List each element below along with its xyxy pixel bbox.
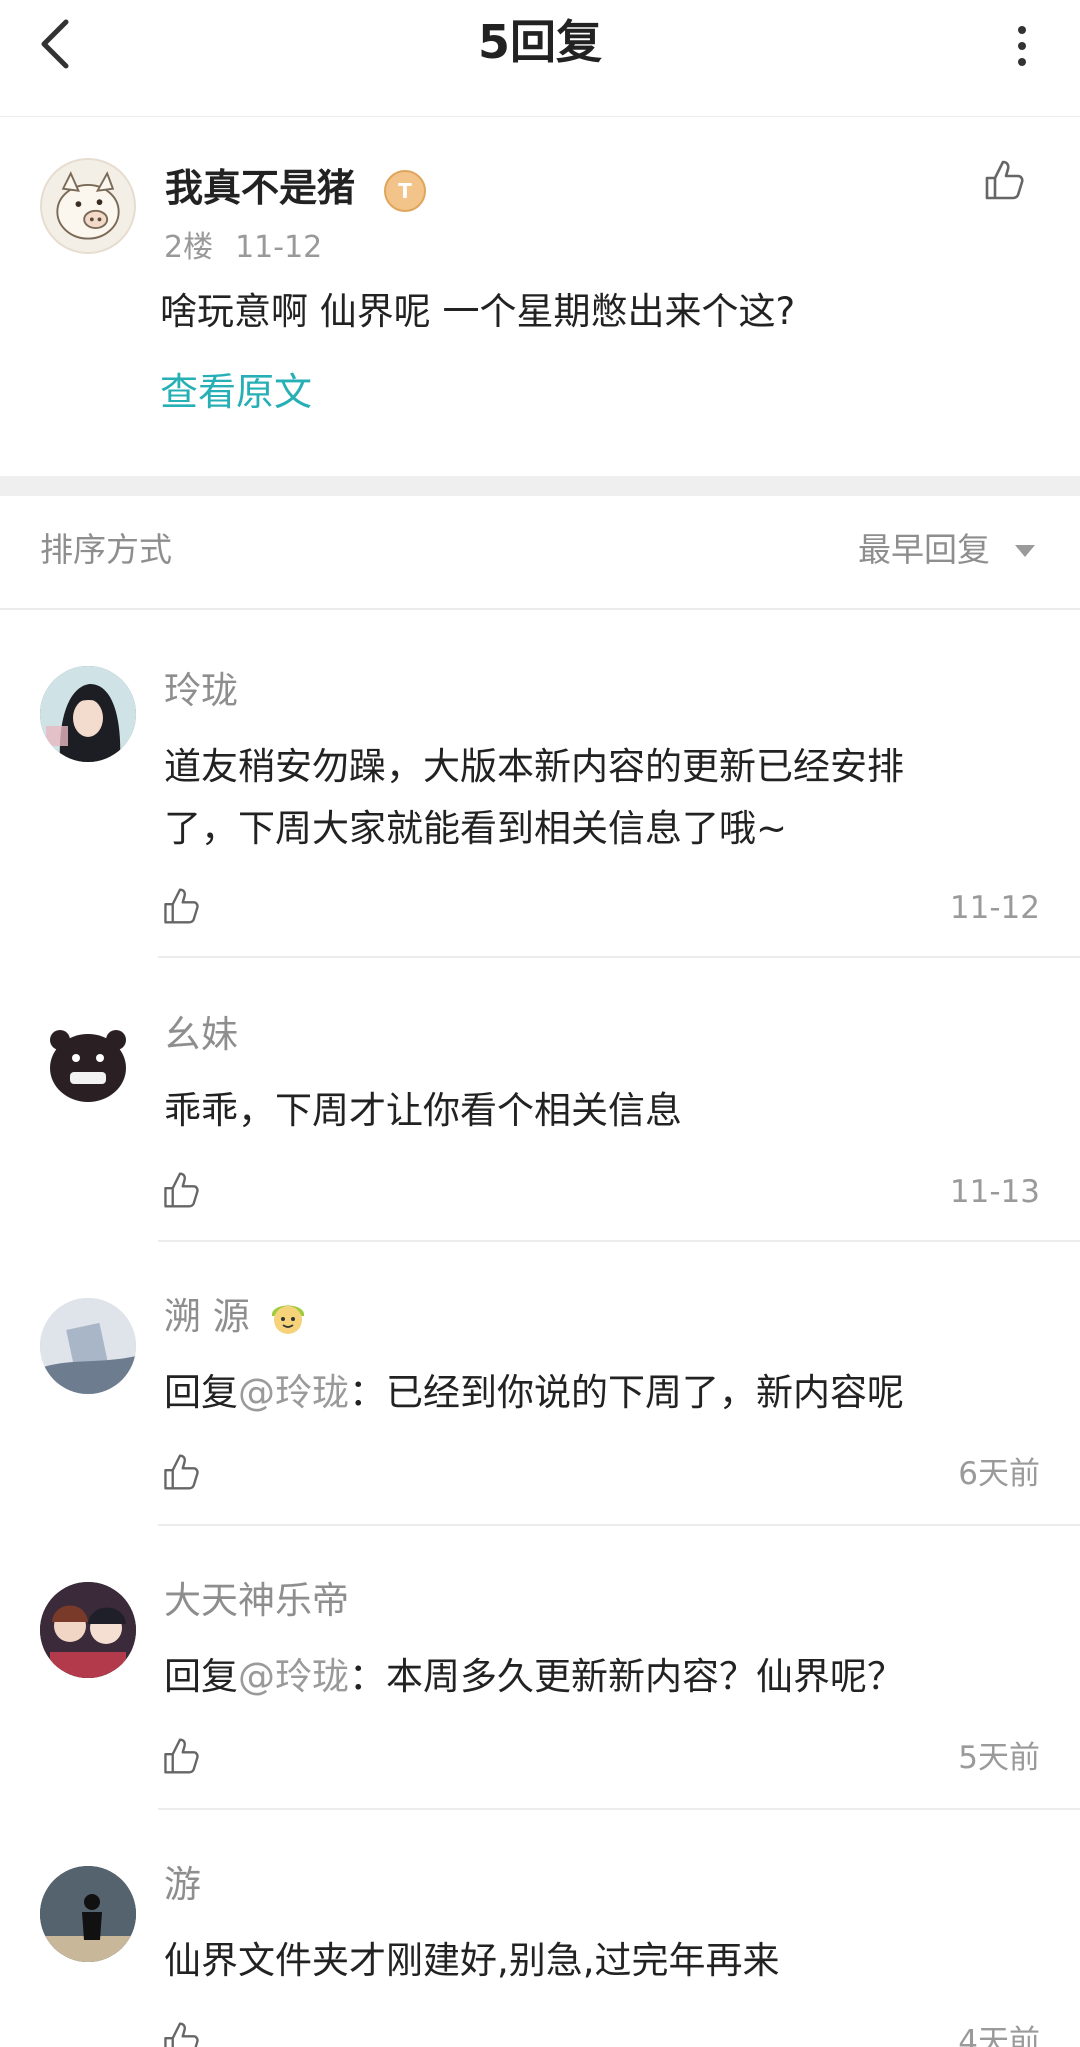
reply-item: 溯 源 回复@玲珑：已经到你说的下周了，新内容呢 6天前 (0, 1242, 1080, 1526)
thumbs-up-icon[interactable] (160, 2020, 200, 2047)
mention-link[interactable]: @玲珑 (238, 1371, 349, 1414)
reply-body: ：本周多久更新新内容？仙界呢？ (349, 1655, 904, 1698)
op-content: 啥玩意啊 仙界呢 一个星期憋出来个这? (160, 290, 796, 333)
thumbs-up-icon[interactable] (981, 158, 1025, 202)
floor-number: 2楼 (164, 230, 214, 265)
more-options-icon[interactable] (994, 18, 1050, 74)
mention-link[interactable]: @玲珑 (238, 1655, 349, 1698)
reply-time: 11-13 (949, 1174, 1040, 1210)
reply-body: ：已经到你说的下周了，新内容呢 (349, 1371, 904, 1414)
silhouette-avatar-icon (40, 1866, 136, 1962)
reply-username[interactable]: 游 (164, 1860, 201, 1910)
reply-content-line: 道友稍安勿躁，大版本新内容的更新已经安排 (164, 745, 904, 788)
avatar[interactable] (40, 1582, 136, 1678)
avatar[interactable] (40, 1016, 136, 1112)
reply-username[interactable]: 大天神乐帝 (164, 1576, 349, 1626)
reply-time: 4天前 (958, 2024, 1040, 2047)
thumbs-up-icon[interactable] (160, 886, 200, 926)
reply-prefix: 回复 (164, 1371, 238, 1414)
view-original-link[interactable]: 查看原文 (160, 366, 312, 418)
level-badge-icon: T (384, 170, 426, 212)
avatar[interactable] (40, 666, 136, 762)
original-comment: 我真不是猪 T 2楼 11-12 啥玩意啊 仙界呢 一个星期憋出来个这? 查看原文 (0, 116, 1080, 476)
thumbs-up-icon[interactable] (160, 1736, 200, 1776)
svg-text:T: T (398, 179, 412, 203)
reply-content: 道友稍安勿躁，大版本新内容的更新已经安排 了，下周大家就能看到相关信息了哦~ (164, 736, 1024, 860)
reply-content: 回复@玲珑：本周多久更新新内容？仙界呢？ (164, 1646, 1024, 1708)
reply-item: 幺妹 乖乖，下周才让你看个相关信息 11-13 (0, 958, 1080, 1242)
op-meta: 2楼 11-12 (164, 228, 344, 268)
reply-username[interactable]: 溯 源 (164, 1292, 250, 1342)
reply-time: 11-12 (949, 890, 1040, 926)
avatar[interactable] (40, 1298, 136, 1394)
caret-down-icon[interactable] (1014, 544, 1036, 558)
thumbs-up-icon[interactable] (160, 1170, 200, 1210)
reply-time: 6天前 (958, 1456, 1040, 1492)
op-username[interactable]: 我真不是猪 (165, 162, 355, 214)
page-title: 5回复 (477, 15, 602, 69)
reply-prefix: 回复 (164, 1655, 238, 1698)
cartoon-face-icon (271, 1305, 305, 1334)
reply-time: 5天前 (958, 1740, 1040, 1776)
post-date: 11-12 (235, 230, 323, 265)
thumbs-up-icon[interactable] (160, 1452, 200, 1492)
reply-content: 回复@玲珑：已经到你说的下周了，新内容呢 (164, 1362, 1024, 1424)
reply-content: 仙界文件夹才刚建好,别急,过完年再来 (164, 1939, 780, 1982)
reply-content-line: 了，下周大家就能看到相关信息了哦~ (164, 807, 788, 850)
reply-item: 玲珑 道友稍安勿躁，大版本新内容的更新已经安排 了，下周大家就能看到相关信息了哦… (0, 608, 1080, 958)
black-creature-avatar-icon (40, 1016, 136, 1112)
anime-girl-avatar-icon (40, 666, 136, 762)
sort-label: 排序方式 (40, 530, 172, 569)
landscape-avatar-icon (40, 1298, 136, 1394)
reply-item: 游 仙界文件夹才刚建好,别急,过完年再来 4天前 (0, 1810, 1080, 2047)
avatar[interactable] (40, 158, 136, 254)
section-gap (0, 476, 1080, 496)
reply-item: 大天神乐帝 回复@玲珑：本周多久更新新内容？仙界呢？ 5天前 (0, 1526, 1080, 1810)
top-bar: 5回复 (0, 0, 1080, 117)
sort-dropdown[interactable]: 最早回复 (858, 526, 990, 574)
reply-username[interactable]: 玲珑 (164, 666, 238, 716)
pig-avatar-icon (56, 171, 120, 240)
anime-group-avatar-icon (40, 1582, 136, 1678)
reply-username[interactable]: 幺妹 (164, 1010, 238, 1060)
avatar[interactable] (40, 1866, 136, 1962)
reply-content: 乖乖，下周才让你看个相关信息 (164, 1089, 682, 1132)
sort-bar: 排序方式 最早回复 (0, 496, 1080, 610)
